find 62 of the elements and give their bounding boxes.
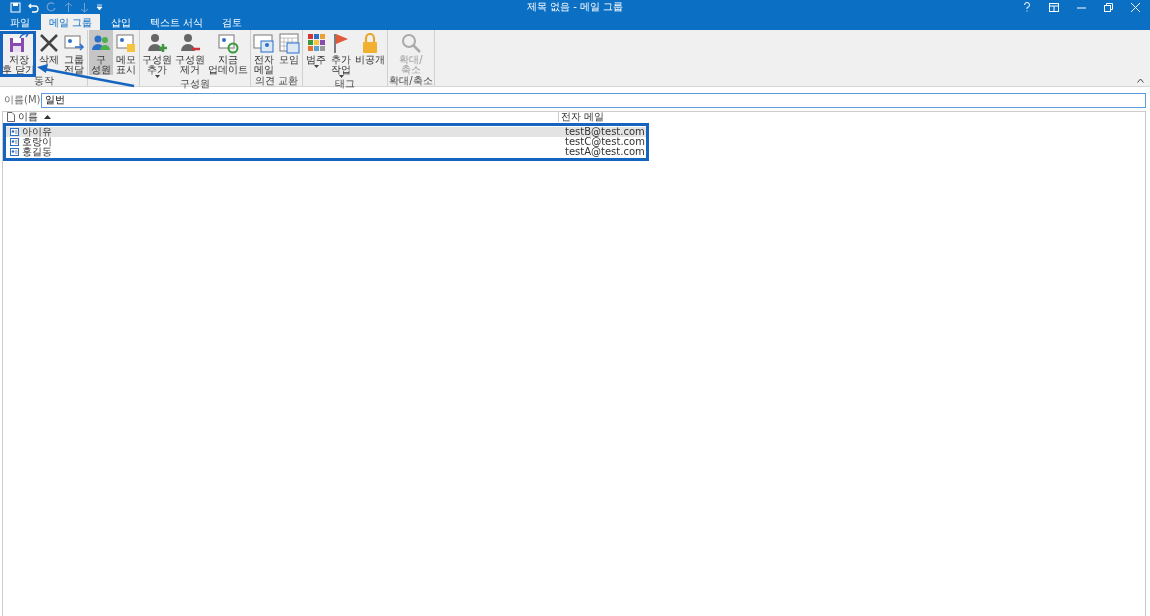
sort-ascending-icon xyxy=(44,115,51,119)
member-email: testB@test.com xyxy=(564,127,645,137)
document-icon xyxy=(7,112,15,122)
name-label: 이름(M) xyxy=(4,93,41,107)
undo-icon[interactable] xyxy=(28,1,39,13)
save-close-icon xyxy=(7,32,30,54)
close-icon[interactable] xyxy=(1131,2,1140,12)
ribbon-tab[interactable]: 텍스트 서식 xyxy=(142,14,212,30)
restore-icon[interactable] xyxy=(1104,2,1113,12)
ribbon-display-icon[interactable] xyxy=(1049,2,1059,12)
ribbon-button[interactable]: 저장 후 닫기 xyxy=(1,30,37,75)
add-member-icon xyxy=(146,32,169,54)
ribbon-button[interactable]: 비공개 xyxy=(354,30,387,78)
ribbon-button[interactable]: 구 성원 xyxy=(89,30,114,75)
contact-card-icon xyxy=(10,128,19,136)
meeting-icon xyxy=(278,32,301,54)
ribbon-tab[interactable]: 파일 xyxy=(2,14,38,30)
window-title: 제목 없음 - 메일 그룹 xyxy=(526,0,624,14)
ribbon-button[interactable]: 메모 표시 xyxy=(114,30,139,75)
caret-icon xyxy=(338,75,344,78)
remove-member-icon xyxy=(179,32,202,54)
member-name: 호랑이 xyxy=(22,137,53,147)
customize-icon[interactable] xyxy=(96,3,103,11)
caret-icon xyxy=(154,75,160,78)
contact-card-icon xyxy=(10,148,19,156)
ribbon-button[interactable]: 범주 xyxy=(304,30,329,78)
ribbon-tab[interactable]: 메일 그룹 xyxy=(41,14,101,30)
member-email: testA@test.com xyxy=(564,147,645,157)
collapse-ribbon-icon[interactable] xyxy=(1137,78,1144,83)
column-header[interactable]: 전자 메일 xyxy=(558,112,605,122)
categories-icon xyxy=(305,32,328,54)
ribbon-button[interactable]: 추가 작업 xyxy=(329,30,354,78)
ribbon-button[interactable]: 삭제 xyxy=(37,30,62,75)
group-label: 의견 교환 xyxy=(255,75,299,86)
member-row[interactable]: 홍길동 testA@test.com xyxy=(6,147,646,157)
name-field[interactable]: 일번 xyxy=(41,92,1146,108)
save-icon[interactable] xyxy=(10,1,21,13)
group-label: 태그 xyxy=(335,78,356,89)
group-label: 구성원 xyxy=(180,78,211,89)
ribbon-tab[interactable]: 삽입 xyxy=(103,14,140,30)
update-icon xyxy=(217,32,240,54)
member-name: 아이유 xyxy=(22,127,53,137)
member-name: 홍길동 xyxy=(22,147,53,157)
contact-card-icon xyxy=(10,138,19,146)
group-label: 확대/축소 xyxy=(389,75,433,86)
email-icon xyxy=(253,32,276,54)
ribbon-button[interactable]: 모임 xyxy=(277,30,302,75)
ribbon-button[interactable]: 구성원 추가 xyxy=(141,30,174,78)
search-icon xyxy=(399,32,422,54)
notes-icon xyxy=(115,32,138,54)
ribbon-button[interactable]: 구성원 제거 xyxy=(174,30,207,78)
member-email: testC@test.com xyxy=(564,137,645,147)
column-header[interactable]: 이름 xyxy=(18,112,558,122)
group-label: 동작 xyxy=(33,75,54,86)
ribbon-button[interactable]: 지금 업데이트 xyxy=(207,30,250,78)
ribbon-tab[interactable]: 검토 xyxy=(214,14,251,30)
caret-icon xyxy=(313,65,319,68)
help-icon[interactable] xyxy=(1023,2,1031,12)
member-row[interactable]: 호랑이 testC@test.com xyxy=(6,137,646,147)
member-row[interactable]: 아이유 testB@test.com xyxy=(6,127,646,137)
ribbon-button[interactable]: 전자 메일 xyxy=(252,30,277,75)
delete-icon xyxy=(38,32,61,54)
